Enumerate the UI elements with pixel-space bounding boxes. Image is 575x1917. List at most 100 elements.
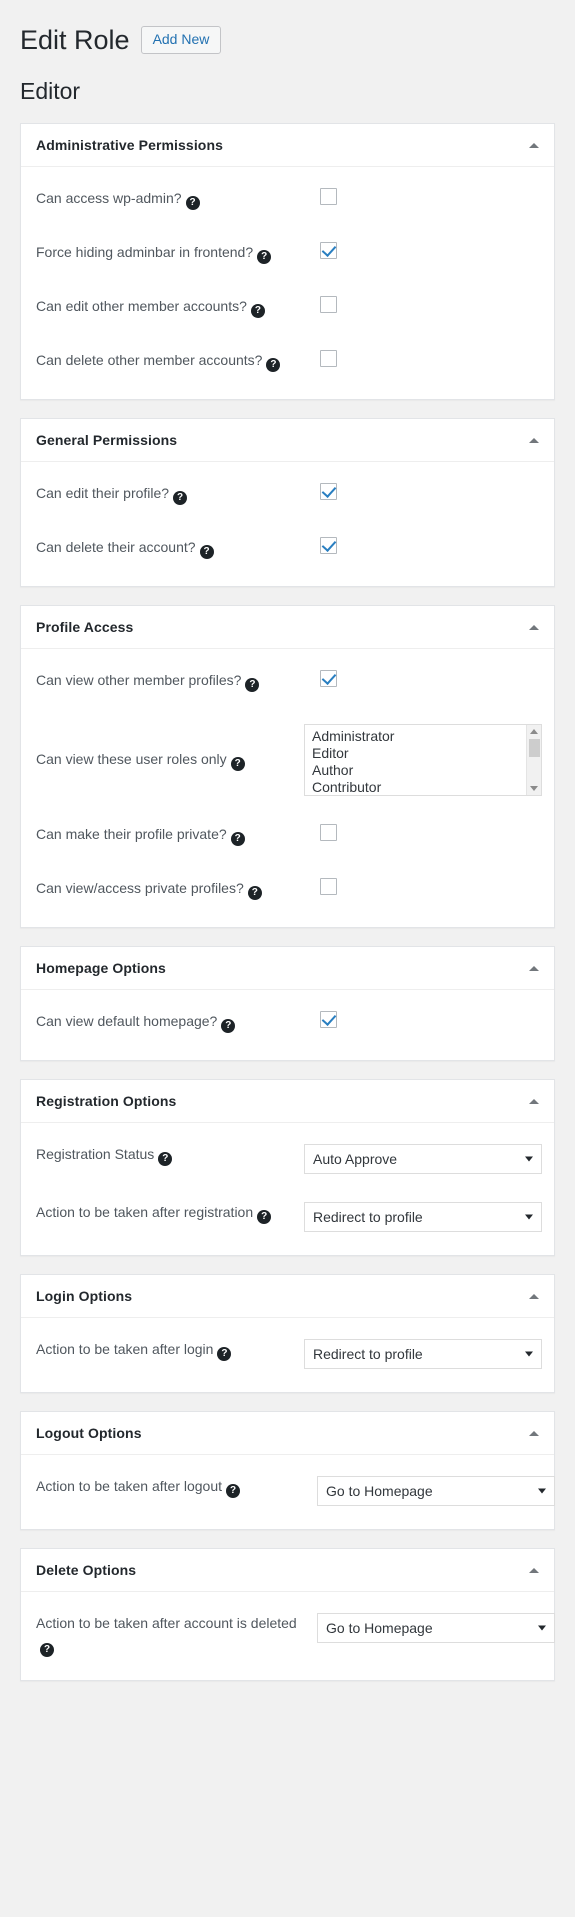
setting-label: Can delete their account?? (36, 536, 304, 560)
setting-field: Administrator Editor Author Contributor (304, 723, 542, 797)
setting-label: Can view/access private profiles?? (36, 877, 304, 901)
help-icon[interactable]: ? (158, 1152, 173, 1167)
panels-container: Administrative Permissions Can access wp-… (20, 123, 555, 1681)
setting-field (304, 295, 539, 318)
panel-header-profile-access[interactable]: Profile Access (21, 606, 554, 650)
panel-header-registration-options[interactable]: Registration Options (21, 1080, 554, 1124)
role-name-heading: Editor (20, 78, 81, 105)
setting-row: Can edit their profile?? (36, 468, 539, 522)
chevron-down-icon[interactable] (525, 1156, 533, 1162)
panel-title: Login Options (36, 1288, 133, 1305)
setting-label-text: Can edit other member accounts? (36, 298, 247, 315)
setting-row: Can access wp-admin?? (36, 173, 539, 227)
help-icon[interactable]: ? (217, 1347, 232, 1362)
help-icon[interactable]: ? (226, 1484, 241, 1499)
setting-field (304, 536, 539, 559)
setting-label: Can view these user roles only? (36, 748, 304, 772)
setting-row: Can make their profile private?? (36, 809, 539, 863)
panel-header-homepage-options[interactable]: Homepage Options (21, 947, 554, 991)
help-icon[interactable]: ? (247, 886, 262, 901)
listbox-option[interactable]: Editor (305, 745, 541, 762)
checkbox[interactable] (320, 878, 337, 896)
collapse-arrow-icon[interactable] (529, 965, 539, 971)
help-icon[interactable]: ? (245, 678, 260, 693)
setting-row: Can delete other member accounts?? (36, 335, 539, 389)
checkbox[interactable] (320, 537, 337, 555)
collapse-arrow-icon[interactable] (529, 1430, 539, 1436)
select-dropdown[interactable]: Redirect to profile (304, 1339, 542, 1370)
listbox-option[interactable]: Administrator (305, 728, 541, 745)
chevron-down-icon[interactable] (525, 1351, 533, 1357)
panel-title: Registration Options (36, 1093, 177, 1110)
select-value: Redirect to profile (313, 1209, 423, 1226)
help-icon[interactable]: ? (230, 757, 245, 772)
checkbox[interactable] (320, 350, 337, 368)
panel-login-options: Login Options Action to be taken after lo… (20, 1274, 555, 1394)
scroll-up-arrow-icon[interactable] (530, 729, 538, 735)
select-dropdown[interactable]: Redirect to profile (304, 1202, 542, 1233)
help-icon[interactable]: ? (185, 196, 200, 211)
panel-administrative-permissions: Administrative Permissions Can access wp-… (20, 123, 555, 401)
panel-general-permissions: General Permissions Can edit their profil… (20, 418, 555, 588)
collapse-arrow-icon[interactable] (529, 1293, 539, 1299)
add-new-button[interactable]: Add New (140, 25, 222, 55)
checkbox[interactable] (320, 1011, 337, 1029)
select-dropdown[interactable]: Auto Approve (304, 1144, 542, 1175)
edit-role-page: Edit Role Add New Editor Administrative … (0, 0, 575, 1723)
panel-delete-options: Delete Options Action to be taken after a… (20, 1548, 555, 1681)
panel-body-profile-access: Can view other member profiles?? Can view… (21, 649, 554, 927)
checkbox[interactable] (320, 824, 337, 842)
checkbox[interactable] (320, 188, 337, 206)
help-icon[interactable]: ? (257, 1210, 272, 1225)
setting-label-text: Can make their profile private? (36, 826, 227, 843)
panel-header-delete-options[interactable]: Delete Options (21, 1549, 554, 1593)
user-roles-listbox[interactable]: Administrator Editor Author Contributor (304, 724, 542, 797)
help-icon[interactable]: ? (230, 832, 245, 847)
setting-label: Action to be taken after registration? (36, 1201, 304, 1225)
help-icon[interactable]: ? (40, 1642, 54, 1657)
checkbox[interactable] (320, 670, 337, 688)
listbox-scrollbar[interactable] (526, 725, 541, 796)
help-icon[interactable]: ? (221, 1019, 236, 1034)
setting-field: Go to Homepage (304, 1612, 555, 1644)
collapse-arrow-icon[interactable] (529, 142, 539, 148)
chevron-down-icon[interactable] (538, 1488, 546, 1494)
help-icon[interactable]: ? (199, 545, 214, 560)
panel-header-login-options[interactable]: Login Options (21, 1275, 554, 1319)
setting-label: Action to be taken after account is dele… (36, 1612, 304, 1657)
setting-label-text: Action to be taken after account is dele… (36, 1615, 297, 1632)
scroll-down-arrow-icon[interactable] (530, 786, 538, 792)
collapse-arrow-icon[interactable] (529, 437, 539, 443)
help-icon[interactable]: ? (173, 491, 188, 506)
setting-row: Can view/access private profiles?? (36, 863, 539, 917)
help-icon[interactable]: ? (257, 250, 272, 265)
setting-label-text: Can access wp-admin? (36, 190, 182, 207)
setting-field: Redirect to profile (304, 1338, 542, 1370)
panel-body-registration-options: Registration Status? Auto Approve Action t… (21, 1123, 554, 1255)
checkbox[interactable] (320, 296, 337, 314)
select-dropdown[interactable]: Go to Homepage (317, 1476, 555, 1507)
listbox-option[interactable]: Contributor (305, 779, 541, 795)
help-icon[interactable]: ? (250, 304, 265, 319)
setting-label-text: Can delete their account? (36, 539, 196, 556)
panel-header-administrative-permissions[interactable]: Administrative Permissions (21, 124, 554, 168)
panel-header-logout-options[interactable]: Logout Options (21, 1412, 554, 1456)
collapse-arrow-icon[interactable] (529, 1567, 539, 1573)
select-dropdown[interactable]: Go to Homepage (317, 1613, 555, 1644)
checkbox[interactable] (320, 242, 337, 260)
chevron-down-icon[interactable] (538, 1625, 546, 1631)
listbox-option[interactable]: Author (305, 762, 541, 779)
collapse-arrow-icon[interactable] (529, 624, 539, 630)
collapse-arrow-icon[interactable] (529, 1098, 539, 1104)
scrollbar-thumb[interactable] (529, 739, 540, 758)
panel-header-general-permissions[interactable]: General Permissions (21, 419, 554, 463)
help-icon[interactable]: ? (266, 358, 281, 373)
setting-label: Can delete other member accounts?? (36, 349, 304, 373)
panel-homepage-options: Homepage Options Can view default homepag… (20, 946, 555, 1062)
setting-label: Can edit other member accounts?? (36, 295, 304, 319)
setting-label-text: Registration Status (36, 1146, 155, 1163)
checkbox[interactable] (320, 483, 337, 501)
chevron-down-icon[interactable] (525, 1214, 533, 1220)
setting-row: Action to be taken after registration? Re… (36, 1187, 542, 1245)
setting-row: Action to be taken after login? Redirect … (36, 1324, 542, 1382)
